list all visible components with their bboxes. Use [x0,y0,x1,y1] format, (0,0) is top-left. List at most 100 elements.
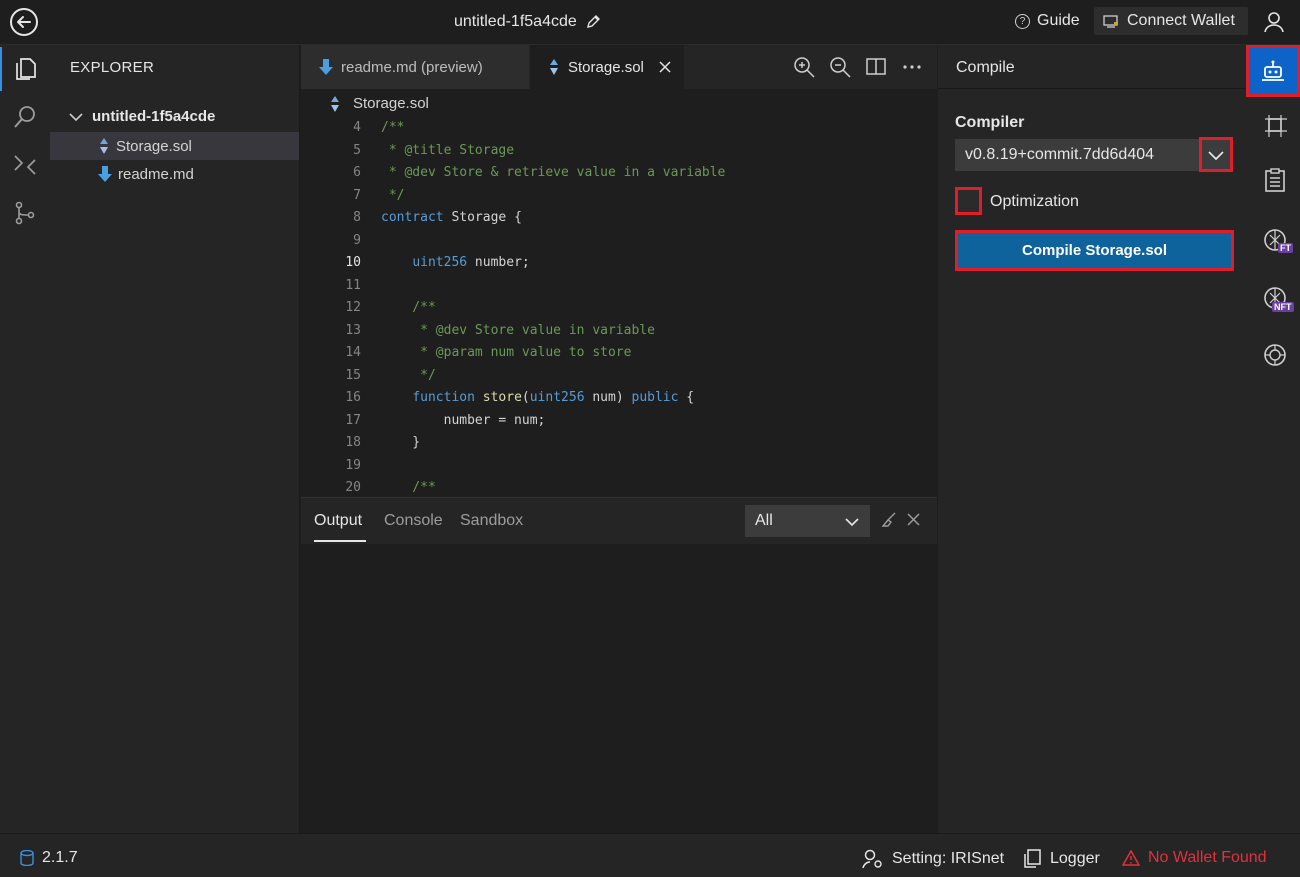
guide-button[interactable]: ? Guide [1015,12,1080,30]
line-number: 18 [345,435,361,450]
logger-button[interactable]: Logger [1022,849,1100,869]
code-line: 5 * @title Storage [301,140,937,163]
activity-bar [0,45,50,833]
editor: readme.md (preview) Storage.sol Storage.… [301,45,937,497]
activity-contracts[interactable] [1250,155,1300,205]
wallet-status[interactable]: No Wallet Found [1122,849,1267,867]
line-number: 9 [353,232,361,248]
code-text: /** [381,300,436,315]
line-number: 15 [345,367,361,383]
tab-storage-sol[interactable]: Storage.sol [530,45,684,89]
robot-icon [1262,60,1284,81]
account-button[interactable] [1258,6,1290,38]
close-icon[interactable] [906,512,921,527]
editor-toolbar [793,56,923,78]
activity-nft[interactable]: NFT [1250,273,1300,323]
solidity-file-icon [550,59,558,75]
tab-label: Storage.sol [568,58,644,76]
activity-source-control[interactable] [0,191,50,235]
compile-button[interactable]: Compile Storage.sol [955,230,1234,271]
code-line: 16 function store(uint256 num) public { [301,387,937,410]
activity-ft[interactable]: FT [1250,215,1300,265]
tab-console[interactable]: Console [384,512,443,530]
optimization-checkbox[interactable] [955,187,982,215]
activity-deploy[interactable] [1250,100,1300,150]
line-number: 6 [353,165,361,180]
output-panel: Output Console Sandbox All [301,497,937,833]
tree-item-storage-sol[interactable]: Storage.sol [50,132,299,160]
tree-item-label: Storage.sol [116,137,192,155]
code-line: 4 /** [301,117,937,140]
markdown-file-icon [98,166,112,182]
code-text: */ [381,367,436,383]
activity-compile[interactable] [1246,45,1300,97]
pencil-icon[interactable] [585,14,601,30]
compiler-dropdown-toggle[interactable] [1199,137,1233,172]
nft-badge: NFT [1272,302,1294,312]
frame-icon [1265,115,1287,137]
code-line: 6 * @dev Store & retrieve value in a var… [301,162,937,185]
tree-root-folder[interactable]: untitled-1f5a4cde [68,108,215,125]
code-line: 14 * @param num value to store [301,342,937,365]
line-number: 7 [353,187,361,203]
git-branch-icon [15,201,35,225]
project-title: untitled-1f5a4cde [454,13,601,31]
breadcrumb-label: Storage.sol [353,95,429,112]
code-line: 15 */ [301,365,937,388]
line-number: 19 [345,457,361,473]
zoom-out-icon[interactable] [829,56,851,78]
guide-label: Guide [1037,12,1080,29]
close-icon[interactable] [658,60,672,74]
arrow-left-icon [17,16,31,28]
ft-badge: FT [1278,243,1293,253]
chevron-down-icon [845,518,859,527]
code-text: * @param num value to store [381,345,632,360]
version-info: 2.1.7 [20,849,78,867]
code-line: 17 number = num; [301,410,937,433]
wallet-icon [1103,15,1118,28]
code-line: 7 */ [301,185,937,208]
editor-tabbar: readme.md (preview) Storage.sol [301,45,937,89]
activity-explorer[interactable] [0,47,50,91]
line-number: 4 [353,120,361,135]
output-filter-value: All [755,512,773,529]
back-button[interactable] [10,8,38,36]
activity-ai[interactable] [1250,330,1300,380]
code-text: * @dev Store value in variable [381,322,655,338]
code-text: number = num; [381,412,546,428]
connect-wallet-label: Connect Wallet [1127,12,1235,29]
compile-panel-title: Compile [938,45,1250,89]
activity-search[interactable] [0,95,50,139]
tab-output[interactable]: Output [314,512,362,530]
project-title-text: untitled-1f5a4cde [454,13,577,30]
line-number: 14 [345,345,361,360]
network-setting[interactable]: Setting: IRISnet [862,849,1004,869]
code-area[interactable]: 4 /** 5 * @title Storage 6 * @dev Store & r… [301,117,937,497]
line-number: 5 [353,142,361,158]
zoom-in-icon[interactable] [793,56,815,78]
line-number: 8 [353,210,361,225]
more-icon[interactable] [901,56,923,78]
activity-compare[interactable] [0,143,50,187]
status-bar: 2.1.7 Setting: IRISnet Logger No Wallet … [0,833,1300,877]
code-line: 9 [301,230,937,253]
tree-item-readme[interactable]: readme.md [50,160,299,188]
line-number: 13 [345,322,361,338]
code-text: /** [381,120,405,135]
compiler-version-select[interactable]: v0.8.19+commit.7dd6d404 [955,139,1233,171]
tab-sandbox[interactable]: Sandbox [460,512,523,530]
tab-readme-preview[interactable]: readme.md (preview) [301,45,529,89]
connect-wallet-button[interactable]: Connect Wallet [1094,7,1248,35]
code-text: } [381,435,421,450]
logger-label: Logger [1050,850,1100,867]
line-number: 10 [345,255,361,270]
chevron-down-icon [69,112,83,121]
optimization-label: Optimization [990,193,1079,210]
tab-label: readme.md (preview) [341,58,483,76]
split-editor-icon[interactable] [865,56,887,78]
user-icon [1264,12,1284,33]
database-icon [20,850,34,866]
clear-output-icon[interactable] [879,511,897,529]
output-filter-select[interactable]: All [745,505,870,537]
line-number: 11 [345,277,361,293]
